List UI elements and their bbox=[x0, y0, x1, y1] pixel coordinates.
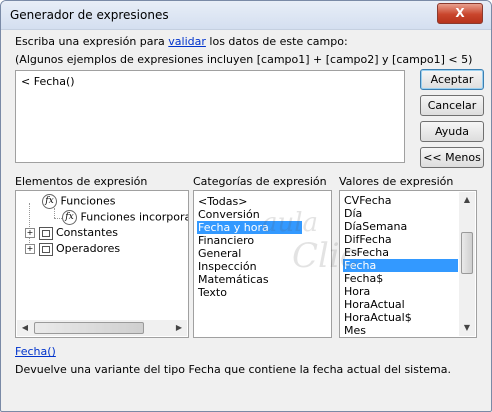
tree-item-label: Constantes bbox=[56, 226, 118, 239]
svg-text:Clic: Clic bbox=[292, 236, 359, 276]
accept-button[interactable]: Aceptar bbox=[420, 69, 484, 90]
function-icon: fx bbox=[62, 210, 77, 225]
window-title: Generador de expresiones bbox=[10, 8, 169, 22]
list-item[interactable]: Inspección bbox=[197, 260, 257, 273]
tree-item-funciones[interactable]: fx Funciones bbox=[42, 194, 115, 209]
scroll-thumb[interactable] bbox=[34, 322, 144, 334]
expression-value: < Fecha() bbox=[21, 75, 75, 88]
watermark-logo: aula Clic bbox=[262, 208, 359, 276]
function-help-link[interactable]: Fecha() bbox=[15, 345, 56, 358]
categories-label: Categorías de expresión bbox=[193, 175, 327, 188]
scroll-down-icon[interactable]: ▼ bbox=[459, 320, 475, 336]
expand-icon[interactable]: + bbox=[25, 244, 35, 254]
title-bar: Generador de expresiones X bbox=[1, 1, 491, 30]
scroll-up-icon[interactable]: ▲ bbox=[459, 192, 475, 208]
horizontal-scrollbar[interactable]: ◀ ▶ bbox=[17, 320, 187, 336]
instruction-text-before: Escriba una expresión para bbox=[15, 35, 169, 48]
list-item[interactable]: HoraActual$ bbox=[343, 311, 412, 324]
tree-item-label: Operadores bbox=[56, 242, 121, 255]
tree-item-label: Funciones bbox=[60, 194, 116, 208]
tree-item-label: Funciones incorporadas bbox=[80, 210, 189, 224]
instruction-text-after: los datos de este campo: bbox=[205, 35, 348, 48]
expression-input[interactable]: < Fecha() bbox=[15, 70, 405, 163]
instruction-line-2: (Algunos ejemplos de expresiones incluye… bbox=[15, 53, 473, 66]
vertical-scrollbar[interactable]: ▲ ▼ bbox=[459, 192, 475, 336]
less-button[interactable]: << Menos bbox=[420, 147, 484, 168]
list-item[interactable]: General bbox=[197, 247, 241, 260]
tree-item-operadores[interactable]: + Operadores bbox=[25, 242, 120, 256]
tree-item-constantes[interactable]: + Constantes bbox=[25, 226, 118, 240]
expand-icon[interactable]: + bbox=[25, 228, 35, 238]
list-item[interactable]: Financiero bbox=[197, 234, 254, 247]
svg-text:aula: aula bbox=[262, 208, 318, 238]
expression-builder-dialog: Generador de expresiones X Escriba una e… bbox=[0, 0, 492, 412]
close-button[interactable]: X bbox=[437, 3, 483, 24]
cancel-button[interactable]: Cancelar bbox=[420, 95, 484, 116]
list-item[interactable]: Conversión bbox=[197, 208, 260, 221]
list-item[interactable]: Hora bbox=[343, 285, 370, 298]
function-icon: fx bbox=[42, 194, 57, 209]
list-item[interactable]: HoraActual bbox=[343, 298, 405, 311]
tree-line bbox=[54, 208, 55, 218]
tree-item-funciones-incorporadas[interactable]: fx Funciones incorporadas bbox=[62, 210, 189, 225]
function-description: Devuelve una variante del tipo Fecha que… bbox=[15, 363, 451, 376]
list-item[interactable]: Mes bbox=[343, 324, 366, 337]
validate-link[interactable]: validar bbox=[168, 35, 206, 48]
tree-line bbox=[54, 218, 62, 219]
elements-label: Elementos de expresión bbox=[15, 175, 148, 188]
list-item[interactable]: Texto bbox=[197, 286, 227, 299]
list-item[interactable]: <Todas> bbox=[197, 195, 247, 208]
instruction-line-1: Escriba una expresión para validar los d… bbox=[15, 35, 348, 48]
help-button[interactable]: Ayuda bbox=[420, 121, 484, 142]
folder-icon bbox=[38, 226, 53, 240]
close-icon: X bbox=[455, 6, 465, 20]
scroll-right-icon[interactable]: ▶ bbox=[171, 320, 187, 336]
scroll-thumb[interactable] bbox=[461, 232, 473, 274]
scroll-left-icon[interactable]: ◀ bbox=[17, 320, 33, 336]
values-label: Valores de expresión bbox=[339, 175, 454, 188]
folder-icon bbox=[38, 242, 53, 256]
elements-tree[interactable]: fx Funciones fx Funciones incorporadas +… bbox=[15, 190, 189, 338]
